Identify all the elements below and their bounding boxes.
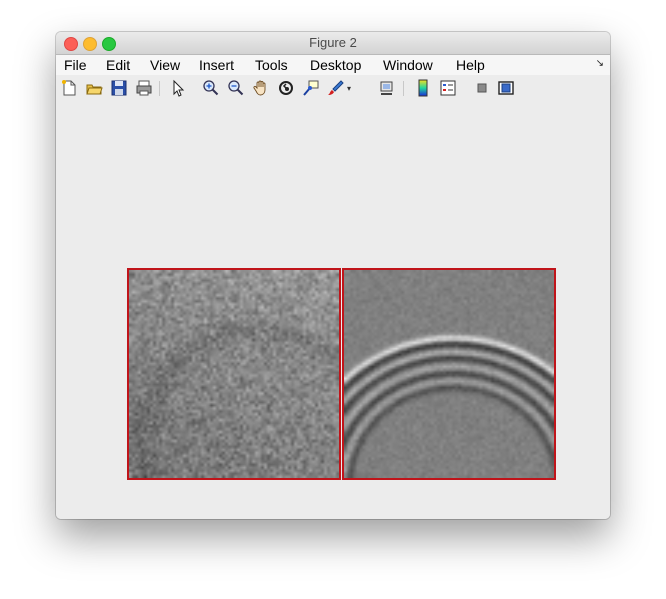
open-file-icon[interactable] bbox=[85, 79, 103, 97]
title-bar[interactable]: Figure 2 bbox=[56, 32, 610, 55]
figure-toolbar: ▾ bbox=[56, 76, 610, 102]
menu-window[interactable]: Window bbox=[383, 56, 433, 74]
menu-insert[interactable]: Insert bbox=[199, 56, 234, 74]
colorbar-icon[interactable] bbox=[414, 79, 432, 97]
toolbar-separator bbox=[159, 81, 160, 96]
print-icon[interactable] bbox=[135, 79, 153, 97]
menu-tools[interactable]: Tools bbox=[255, 56, 288, 74]
menu-edit[interactable]: Edit bbox=[106, 56, 130, 74]
legend-icon[interactable] bbox=[439, 79, 457, 97]
menu-help[interactable]: Help bbox=[456, 56, 485, 74]
figure-window: Figure 2 File Edit View Insert Tools Des… bbox=[56, 32, 610, 519]
menu-overflow-icon[interactable]: ↘ bbox=[596, 58, 604, 69]
figure-canvas[interactable] bbox=[56, 102, 610, 519]
data-cursor-icon[interactable] bbox=[302, 79, 320, 97]
zoom-out-icon[interactable] bbox=[227, 79, 245, 97]
brush-icon[interactable] bbox=[327, 79, 345, 97]
toolbar-separator bbox=[403, 81, 404, 96]
noisy-grayscale-image bbox=[129, 270, 339, 478]
new-figure-icon[interactable] bbox=[60, 79, 78, 97]
noisy-image-axes[interactable] bbox=[127, 268, 341, 480]
filtered-image-axes[interactable] bbox=[342, 268, 556, 480]
menu-bar: File Edit View Insert Tools Desktop Wind… bbox=[56, 55, 610, 75]
zoom-in-icon[interactable] bbox=[202, 79, 220, 97]
pan-hand-icon[interactable] bbox=[252, 79, 270, 97]
link-plot-icon[interactable] bbox=[378, 79, 396, 97]
filtered-arc-image bbox=[344, 270, 554, 478]
brush-dropdown-icon[interactable]: ▾ bbox=[347, 84, 351, 93]
menu-desktop[interactable]: Desktop bbox=[310, 56, 361, 74]
show-plot-tools-icon[interactable] bbox=[497, 79, 515, 97]
save-icon[interactable] bbox=[110, 79, 128, 97]
menu-view[interactable]: View bbox=[150, 56, 180, 74]
hide-plot-tools-icon[interactable] bbox=[473, 79, 491, 97]
rotate-3d-icon[interactable] bbox=[277, 79, 295, 97]
menu-file[interactable]: File bbox=[64, 56, 87, 74]
window-title: Figure 2 bbox=[309, 35, 357, 50]
edit-plot-arrow-icon[interactable] bbox=[169, 79, 187, 97]
